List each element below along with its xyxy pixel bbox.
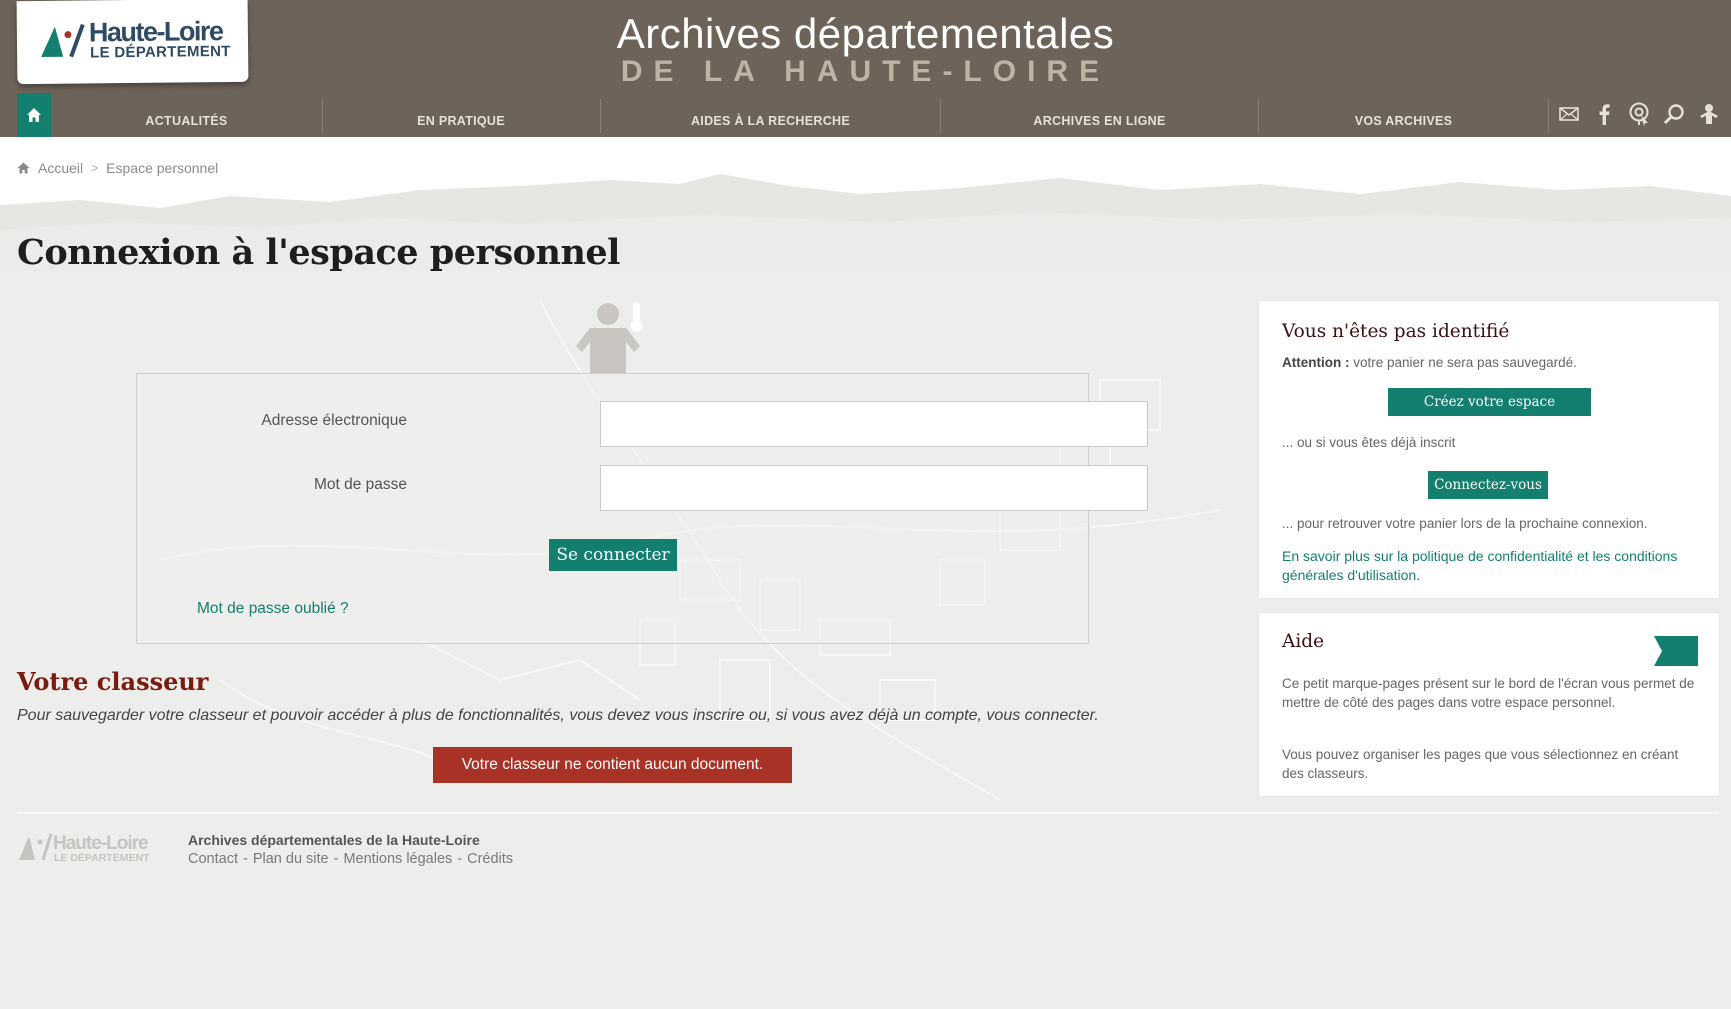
email-input[interactable]	[600, 401, 1148, 447]
home-icon[interactable]	[17, 162, 30, 174]
footer-separator: -	[242, 851, 248, 867]
attention-text: votre panier ne sera pas sauvegardé.	[1349, 355, 1577, 370]
footer-separator: -	[457, 851, 463, 867]
forgot-password-link[interactable]: Mot de passe oublié ?	[197, 600, 349, 618]
connect-button[interactable]: Connectez-vous	[1428, 471, 1548, 499]
help-card: Aide Ce petit marque-pages présent sur l…	[1259, 613, 1719, 796]
page-title: Connexion à l'espace personnel	[17, 232, 620, 273]
retrieve-basket-text: ... pour retrouver votre panier lors de …	[1282, 516, 1648, 531]
location-pin-icon[interactable]	[1626, 101, 1652, 127]
footer-logo-subtitle: LE DÉPARTEMENT	[54, 851, 150, 864]
site-subtitle: DE LA HAUTE-LOIRE	[620, 55, 1111, 88]
user-key-icon	[576, 302, 643, 374]
footer-divider	[17, 812, 1719, 814]
help-card-title: Aide	[1282, 631, 1325, 652]
footer-logo-name: Haute-Loire	[53, 833, 148, 854]
footer-separator: -	[333, 851, 339, 867]
footer-logo[interactable]: Haute-Loire LE DÉPARTEMENT	[17, 830, 157, 866]
breadcrumb-current: Espace personnel	[106, 160, 219, 176]
bookmark-icon[interactable]	[1654, 636, 1698, 666]
nav-home-button[interactable]	[17, 93, 51, 137]
help-paragraph-2: Vous pouvez organiser les pages que vous…	[1282, 747, 1679, 781]
nav-item-aides-recherche[interactable]: AIDES À LA RECHERCHE	[601, 93, 940, 137]
footer-links: Contact - Plan du site - Mentions légale…	[188, 851, 513, 867]
nav-item-actualites[interactable]: ACTUALITÉS	[51, 93, 322, 137]
password-input[interactable]	[600, 465, 1148, 511]
breadcrumb-separator: >	[91, 161, 99, 175]
main-nav: ACTUALITÉS EN PRATIQUE AIDES À LA RECHER…	[0, 93, 1731, 137]
classeur-title: Votre classeur	[17, 667, 209, 696]
privacy-policy-link[interactable]: En savoir plus sur la politique de confi…	[1282, 547, 1692, 585]
email-label: Adresse électronique	[261, 412, 407, 429]
nav-separator	[1548, 99, 1549, 133]
nav-icon-group	[1556, 101, 1722, 131]
user-icon[interactable]	[1696, 101, 1722, 127]
site-header: Haute-Loire LE DÉPARTEMENT Archives dépa…	[0, 0, 1731, 137]
help-paragraph-1: Ce petit marque-pages présent sur le bor…	[1282, 676, 1695, 710]
create-account-button[interactable]: Créez votre espace personnel	[1388, 388, 1591, 438]
nav-item-vos-archives[interactable]: VOS ARCHIVES	[1259, 93, 1548, 137]
attention-label: Attention :	[1282, 355, 1350, 370]
nav-item-archives-en-ligne[interactable]: ARCHIVES EN LIGNE	[941, 93, 1258, 137]
envelope-icon[interactable]	[1556, 101, 1582, 127]
breadcrumb-home-link[interactable]: Accueil	[38, 160, 83, 176]
identity-card: Vous n'êtes pas identifié Attention : vo…	[1259, 301, 1719, 598]
password-label: Mot de passe	[313, 476, 407, 493]
login-submit-button[interactable]: Se connecter	[549, 539, 677, 571]
home-icon	[27, 108, 41, 122]
attention-note: Attention : votre panier ne sera pas sau…	[1282, 353, 1702, 372]
footer-link-contact[interactable]: Contact	[188, 851, 238, 867]
breadcrumb: Accueil > Espace personnel	[17, 160, 218, 176]
classeur-empty-alert: Votre classeur ne contient aucun documen…	[433, 747, 792, 783]
site-title: Archives départementales	[616, 10, 1115, 57]
classeur-description: Pour sauvegarder votre classeur et pouvo…	[17, 707, 1099, 724]
identity-card-title: Vous n'êtes pas identifié	[1282, 321, 1510, 342]
facebook-icon[interactable]	[1591, 101, 1617, 127]
footer-link-sitemap[interactable]: Plan du site	[253, 851, 329, 867]
nav-item-en-pratique[interactable]: EN PRATIQUE	[323, 93, 599, 137]
footer-link-credits[interactable]: Crédits	[467, 851, 513, 867]
footer-link-legal[interactable]: Mentions légales	[343, 851, 452, 867]
footer-org-name: Archives départementales de la Haute-Loi…	[188, 832, 480, 848]
already-registered-text: ... ou si vous êtes déjà inscrit	[1282, 435, 1456, 450]
search-icon[interactable]	[1661, 101, 1687, 127]
